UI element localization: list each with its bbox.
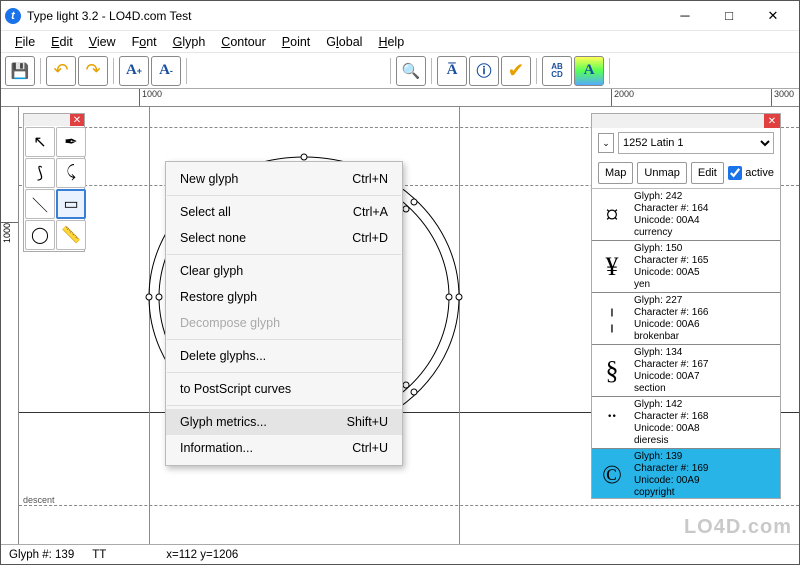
active-checkbox[interactable]: active: [728, 166, 774, 180]
glyph-meta: Glyph: 242Character #: 164Unicode: 00A4c…: [632, 189, 780, 240]
glyph-list-item[interactable]: ©Glyph: 139Character #: 169Unicode: 00A9…: [592, 449, 780, 498]
glyph-meta: Glyph: 134Character #: 167Unicode: 00A7s…: [632, 345, 780, 396]
menu-contour[interactable]: Contour: [213, 33, 273, 51]
unmap-button[interactable]: Unmap: [637, 162, 686, 184]
minimize-button[interactable]: ─: [663, 1, 707, 31]
tool-palette: ✕ ↖✒⟆⤹＼▭◯📏: [23, 113, 85, 252]
encoding-select[interactable]: 1252 Latin 1: [618, 132, 774, 154]
menu-item[interactable]: to PostScript curves: [166, 376, 402, 402]
window-title: Type light 3.2 - LO4D.com Test: [27, 9, 192, 23]
direction-toggle-button[interactable]: A̅: [437, 56, 467, 86]
app-window: t Type light 3.2 - LO4D.com Test ─ □ ✕ F…: [0, 0, 800, 565]
close-button[interactable]: ✕: [751, 1, 795, 31]
glyph-preview: ©: [592, 449, 632, 498]
workspace: 1000 descent: [1, 107, 799, 544]
maximize-button[interactable]: □: [707, 1, 751, 31]
menu-item[interactable]: New glyphCtrl+N: [166, 166, 402, 192]
chevron-down-icon[interactable]: ⌄: [598, 133, 614, 153]
active-checkbox-input[interactable]: [728, 166, 742, 180]
glyph-list-item[interactable]: ¦Glyph: 227Character #: 166Unicode: 00A6…: [592, 293, 780, 345]
glyph-preview: ¥: [592, 241, 632, 292]
glyph-meta: Glyph: 227Character #: 166Unicode: 00A6b…: [632, 293, 780, 344]
validate-button[interactable]: ✔: [501, 56, 531, 86]
color-text-button[interactable]: A: [574, 56, 604, 86]
menu-item[interactable]: Select noneCtrl+D: [166, 225, 402, 251]
vertical-ruler: 1000: [1, 107, 19, 544]
glyph-list-panel: ✕ ⌄ 1252 Latin 1 Map Unmap Edit active ¤…: [591, 113, 781, 499]
arc-tool-icon[interactable]: ⤹: [56, 158, 86, 188]
menu-item[interactable]: Select allCtrl+A: [166, 199, 402, 225]
menu-view[interactable]: View: [81, 33, 124, 51]
panel-header[interactable]: ✕: [592, 114, 780, 128]
ruler-tick: 3000: [771, 89, 794, 106]
descent-line: [19, 505, 799, 506]
edit-button[interactable]: Edit: [691, 162, 724, 184]
curve-tool-icon[interactable]: ⟆: [25, 158, 55, 188]
title-bar: t Type light 3.2 - LO4D.com Test ─ □ ✕: [1, 1, 799, 31]
menu-font[interactable]: Font: [124, 33, 165, 51]
glyph-preview: ¦: [592, 293, 632, 344]
horizontal-ruler: 1000 2000 3000: [1, 89, 799, 107]
save-button[interactable]: 💾: [5, 56, 35, 86]
menu-item[interactable]: Information...Ctrl+U: [166, 435, 402, 461]
glyph-meta: Glyph: 150Character #: 165Unicode: 00A5y…: [632, 241, 780, 292]
rect-tool-icon[interactable]: ▭: [56, 189, 86, 219]
close-icon[interactable]: ✕: [764, 114, 780, 128]
status-coordinates: x=112 y=1206: [166, 549, 238, 561]
menu-help[interactable]: Help: [370, 33, 412, 51]
glyph-meta: Glyph: 142Character #: 168Unicode: 00A8d…: [632, 397, 780, 448]
info-button[interactable]: ⓘ: [469, 56, 499, 86]
glyph-list-item[interactable]: ¥Glyph: 150Character #: 165Unicode: 00A5…: [592, 241, 780, 293]
pen-icon[interactable]: ✒: [56, 127, 86, 157]
toolbar: 💾 ↶ ↷ A+ A- 🔍 A̅ ⓘ ✔ ABCD A: [1, 53, 799, 89]
tool-palette-header[interactable]: ✕: [24, 114, 84, 126]
menu-item[interactable]: Delete glyphs...: [166, 343, 402, 369]
menu-item[interactable]: Glyph metrics...Shift+U: [166, 409, 402, 435]
arrow-icon[interactable]: ↖: [25, 127, 55, 157]
ruler-tick: 2000: [611, 89, 634, 106]
menu-item: Decompose glyph: [166, 310, 402, 336]
map-button[interactable]: Map: [598, 162, 633, 184]
vruler-tick: 1000: [1, 222, 18, 245]
glyph-preview: ¤: [592, 189, 632, 240]
ellipse-tool-icon[interactable]: ◯: [25, 220, 55, 250]
menu-item[interactable]: Restore glyph: [166, 284, 402, 310]
increase-size-button[interactable]: A+: [119, 56, 149, 86]
menu-global[interactable]: Global: [318, 33, 370, 51]
status-bar: Glyph #: 139 TT x=112 y=1206: [1, 544, 799, 564]
glyph-preview: §: [592, 345, 632, 396]
descent-label: descent: [23, 495, 55, 505]
app-icon: t: [5, 8, 21, 24]
glyph-meta: Glyph: 139Character #: 169Unicode: 00A9c…: [632, 449, 780, 498]
menu-edit[interactable]: Edit: [43, 33, 81, 51]
menu-glyph[interactable]: Glyph: [165, 33, 214, 51]
glyph-list-item[interactable]: ¨Glyph: 142Character #: 168Unicode: 00A8…: [592, 397, 780, 449]
glyph-preview: ¨: [592, 397, 632, 448]
undo-button[interactable]: ↶: [46, 56, 76, 86]
menu-file[interactable]: File: [7, 33, 43, 51]
redo-button[interactable]: ↷: [78, 56, 108, 86]
line-tool-icon[interactable]: ＼: [25, 189, 55, 219]
menu-point[interactable]: Point: [274, 33, 319, 51]
glyph-list-item[interactable]: §Glyph: 134Character #: 167Unicode: 00A7…: [592, 345, 780, 397]
menu-item[interactable]: Clear glyph: [166, 258, 402, 284]
close-icon[interactable]: ✕: [70, 114, 84, 126]
measure-tool-icon[interactable]: 📏: [56, 220, 86, 250]
menu-bar: File Edit View Font Glyph Contour Point …: [1, 31, 799, 53]
decrease-size-button[interactable]: A-: [151, 56, 181, 86]
zoom-button[interactable]: 🔍: [396, 56, 426, 86]
status-curve-type: TT: [92, 549, 106, 561]
glyph-list-item[interactable]: ¤Glyph: 242Character #: 164Unicode: 00A4…: [592, 189, 780, 241]
status-glyph-number: Glyph #: 139: [9, 549, 74, 561]
glyph-grid-button[interactable]: ABCD: [542, 56, 572, 86]
glyph-menu-dropdown: New glyphCtrl+N Select allCtrl+ASelect no…: [165, 161, 403, 466]
ruler-tick: 1000: [139, 89, 162, 106]
